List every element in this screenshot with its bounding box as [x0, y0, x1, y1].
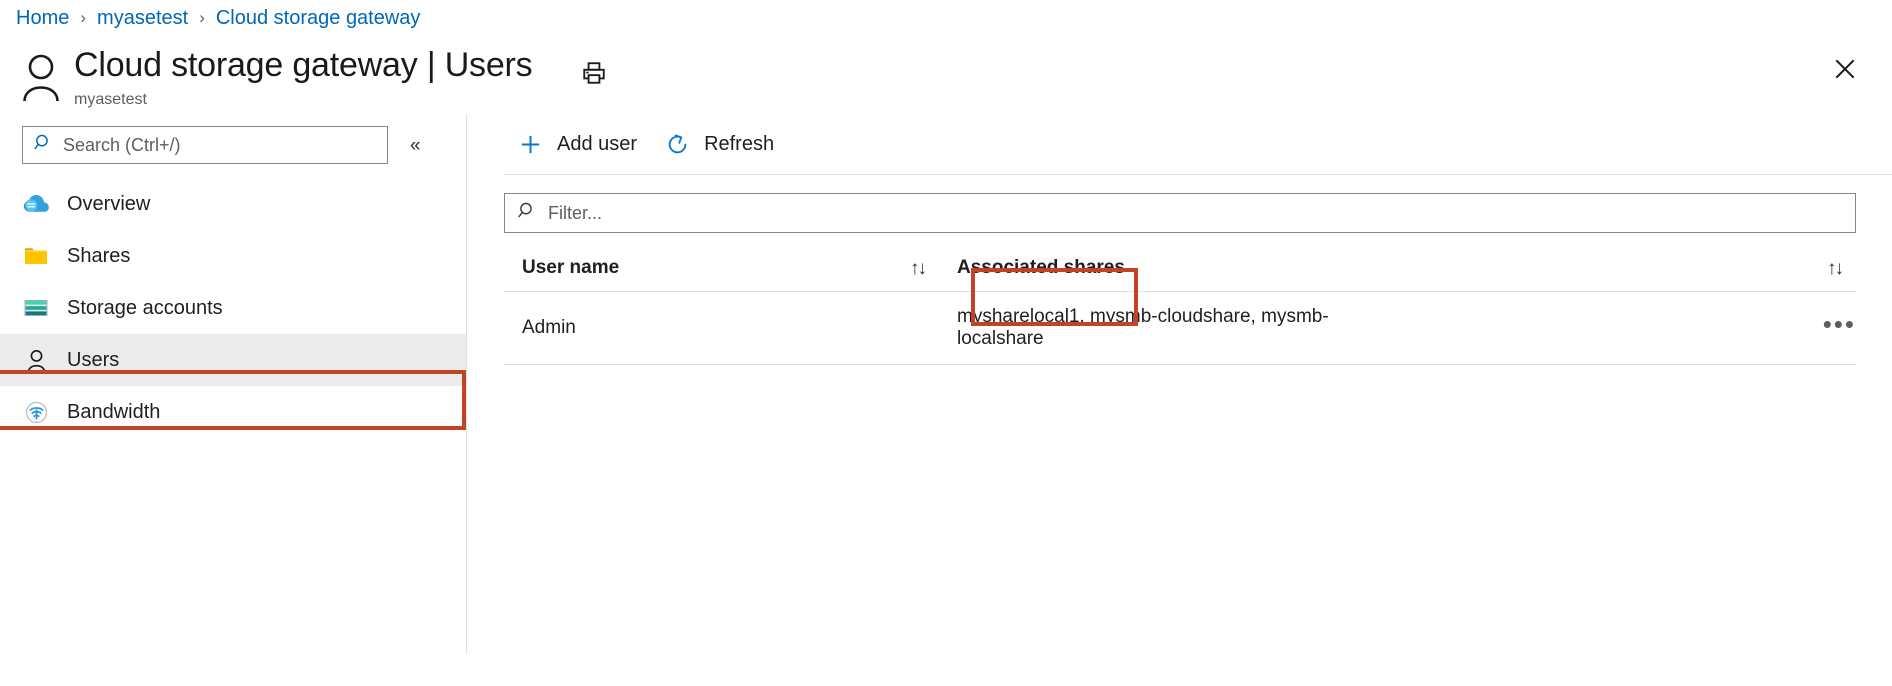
search-box[interactable]	[22, 126, 388, 164]
cloud-icon	[22, 191, 50, 217]
sidebar-item-label: Overview	[67, 192, 151, 215]
filter-box[interactable]	[504, 193, 1856, 233]
vertical-divider	[466, 114, 467, 654]
sidebar-item-label: Bandwidth	[67, 400, 161, 423]
sort-updown-icon[interactable]: ↑↓	[910, 259, 927, 278]
refresh-icon	[663, 131, 691, 157]
page-subtitle: myasetest	[74, 91, 147, 108]
search-input[interactable]	[61, 133, 361, 157]
refresh-label: Refresh	[704, 132, 775, 155]
column-header-label: Associated shares	[957, 257, 1125, 278]
column-header-label: User name	[522, 257, 620, 278]
sidebar: « Overview	[0, 114, 466, 654]
page-title: Cloud storage gateway | Users	[74, 46, 533, 84]
sidebar-search-row: «	[0, 126, 466, 164]
column-header-user-name[interactable]: User name ↑↓	[504, 251, 939, 292]
add-user-label: Add user	[557, 132, 638, 155]
sidebar-item-label: Shares	[67, 244, 131, 267]
filter-input[interactable]	[546, 201, 1855, 225]
cell-associated-shares: mysharelocal1, mysmb-cloudshare, mysmb-l…	[939, 291, 1398, 365]
table-body: Admin mysharelocal1, mysmb-cloudshare, m…	[504, 291, 1856, 365]
plus-icon	[516, 131, 544, 157]
search-icon	[518, 201, 537, 225]
storage-account-icon	[22, 295, 50, 321]
sidebar-nav: Overview Shares Storage accounts Users B…	[0, 178, 466, 438]
sidebar-item-overview[interactable]: Overview	[0, 178, 466, 230]
folder-icon	[22, 243, 50, 269]
sidebar-item-label: Storage accounts	[67, 296, 223, 319]
page-body: « Overview	[0, 114, 1892, 654]
main-content: Add user Refresh Filter... User name ↑↓ …	[466, 114, 1892, 654]
sidebar-item-users[interactable]: Users	[0, 334, 466, 386]
page-header: Cloud storage gateway | Users myasetest	[0, 36, 1892, 114]
table-row[interactable]: Admin mysharelocal1, mysmb-cloudshare, m…	[504, 291, 1856, 365]
users-table: User name ↑↓ Associated shares ↑↓ Admin	[504, 251, 1856, 365]
cell-actions: •••	[1397, 291, 1856, 365]
close-icon[interactable]	[1828, 52, 1862, 86]
sidebar-item-shares[interactable]: Shares	[0, 230, 466, 282]
breadcrumb: Home › myasetest › Cloud storage gateway	[0, 0, 1892, 36]
refresh-button[interactable]: Refresh	[651, 119, 788, 169]
sidebar-item-storage-accounts[interactable]: Storage accounts	[0, 282, 466, 334]
collapse-sidebar-button[interactable]: «	[410, 136, 421, 155]
chevron-right-icon: ›	[199, 8, 205, 27]
search-icon	[34, 133, 53, 157]
user-icon	[22, 347, 50, 373]
bandwidth-icon	[22, 399, 50, 425]
breadcrumb-item-home[interactable]: Home	[16, 7, 69, 30]
table-header-row: User name ↑↓ Associated shares ↑↓	[504, 251, 1856, 292]
command-bar: Add user Refresh	[504, 114, 1892, 174]
chevron-right-icon: ›	[80, 8, 87, 27]
column-header-associated-shares[interactable]: Associated shares ↑↓	[939, 251, 1856, 292]
sidebar-item-bandwidth[interactable]: Bandwidth	[0, 386, 466, 438]
breadcrumb-item-myasetest[interactable]: myasetest	[97, 7, 188, 30]
sidebar-item-label: Users	[67, 348, 120, 371]
add-user-button[interactable]: Add user	[504, 119, 651, 169]
filter-row	[504, 175, 1892, 233]
breadcrumb-item-cloud-storage-gateway[interactable]: Cloud storage gateway	[216, 7, 421, 30]
cell-user-name: Admin	[504, 291, 939, 365]
user-icon	[18, 50, 64, 102]
sort-updown-icon[interactable]: ↑↓	[1827, 259, 1844, 278]
table-header: User name ↑↓ Associated shares ↑↓	[504, 251, 1856, 292]
ellipsis-icon[interactable]: •••	[1823, 311, 1856, 337]
print-icon[interactable]	[576, 56, 612, 90]
